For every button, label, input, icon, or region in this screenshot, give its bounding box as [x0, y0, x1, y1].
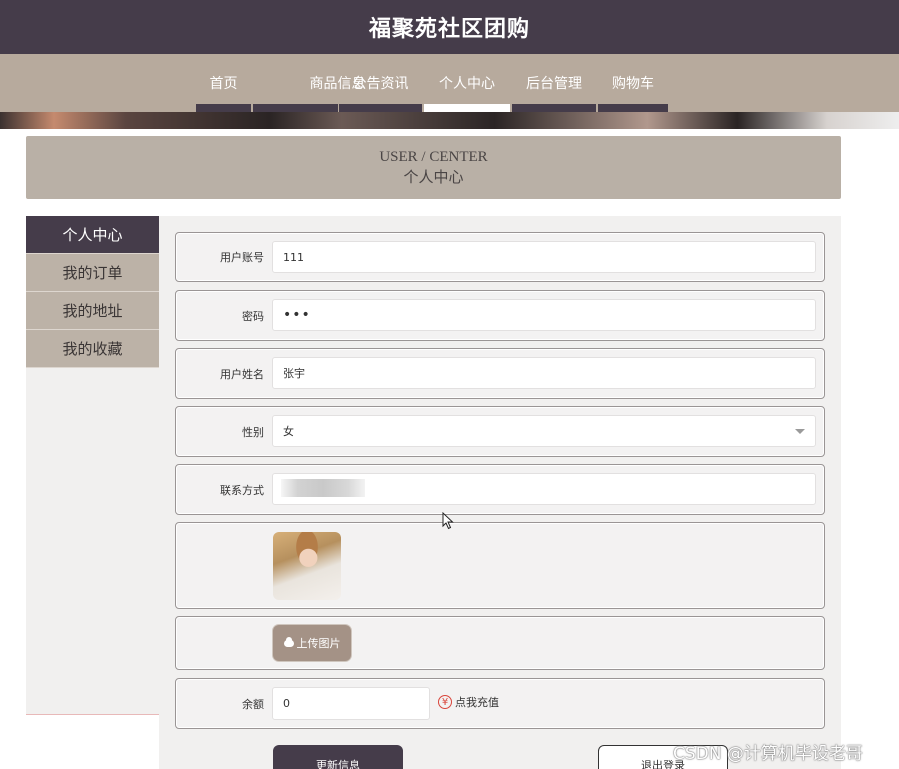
nav-underline — [598, 104, 668, 112]
nav-item-label: 公告资讯 — [352, 76, 409, 92]
contact-label: 联系方式 — [220, 483, 264, 497]
username-label: 用户账号 — [220, 251, 264, 264]
page-heading: USER / CENTER 个人中心 — [26, 136, 841, 199]
username-input[interactable]: 111 — [272, 241, 816, 273]
form-row-balance: 余额 0 ¥ 点我充值 — [175, 678, 825, 729]
form-row-realname: 用户姓名 张宇 — [175, 348, 825, 399]
nav-item-admin[interactable]: 后台管理 — [511, 54, 597, 112]
cloud-upload-icon — [283, 636, 294, 647]
contact-input[interactable] — [272, 473, 816, 505]
sidebar-item-label: 我的订单 — [62, 264, 123, 282]
sidebar-item-favorites[interactable]: 我的收藏 — [26, 330, 159, 368]
redacted-contact-value — [281, 479, 365, 497]
page-heading-en: USER / CENTER — [379, 148, 488, 165]
nav-underline-active — [424, 104, 510, 112]
realname-label: 用户姓名 — [220, 367, 264, 381]
site-header: 福聚苑社区团购 — [0, 0, 899, 54]
sidebar-item-user-center[interactable]: 个人中心 — [26, 216, 159, 254]
nav-underline — [253, 104, 338, 112]
gender-select[interactable]: 女 — [272, 415, 816, 447]
page-heading-zh: 个人中心 — [403, 169, 464, 186]
sidebar-footer-space — [26, 715, 159, 769]
banner-image — [0, 112, 899, 129]
sidebar-item-orders[interactable]: 我的订单 — [26, 254, 159, 292]
nav-item-user-center[interactable]: 个人中心 — [423, 54, 511, 112]
realname-input[interactable]: 张宇 — [272, 357, 816, 389]
password-label: 密码 — [242, 309, 264, 323]
password-input[interactable]: ••• — [272, 299, 816, 331]
sidebar-item-label: 我的地址 — [62, 302, 123, 320]
mouse-cursor-icon — [442, 512, 454, 530]
chevron-down-icon — [795, 429, 805, 434]
nav-item-cart[interactable]: 购物车 — [597, 54, 669, 112]
nav-underline — [512, 104, 596, 112]
form-row-upload: 上传图片 — [175, 616, 825, 670]
site-title: 福聚苑社区团购 — [368, 17, 530, 42]
sidebar-item-address[interactable]: 我的地址 — [26, 292, 159, 330]
nav-item-label: 购物车 — [612, 76, 654, 92]
page: 福聚苑社区团购 首页 商品信息 公告资讯 个人中心 后台管理 购物车 USER … — [0, 0, 899, 769]
sidebar-item-label: 我的收藏 — [62, 340, 123, 358]
gender-label: 性别 — [242, 425, 264, 439]
watermark: CSDN @计算机毕设老哥 — [673, 744, 863, 764]
sidebar-item-label: 个人中心 — [62, 226, 123, 244]
balance-input[interactable]: 0 — [272, 687, 430, 720]
update-info-button[interactable]: 更新信息 — [273, 745, 403, 769]
gender-select-value: 女 — [283, 425, 294, 438]
sidebar: 个人中心 我的订单 我的地址 我的收藏 — [26, 216, 159, 368]
form-row-avatar — [175, 522, 825, 609]
nav-item-label: 后台管理 — [526, 76, 582, 92]
nav-item-news[interactable]: 公告资讯 — [338, 54, 423, 112]
nav-underline — [196, 104, 251, 112]
avatar — [273, 532, 341, 600]
upload-image-button[interactable]: 上传图片 — [273, 625, 351, 661]
main-nav: 首页 商品信息 公告资讯 个人中心 后台管理 购物车 — [0, 54, 899, 112]
nav-item-label: 个人中心 — [439, 76, 495, 92]
form-row-contact: 联系方式 — [175, 464, 825, 515]
yen-icon: ¥ — [438, 695, 452, 709]
form-row-gender: 性别 女 — [175, 406, 825, 457]
nav-item-home[interactable]: 首页 — [195, 54, 252, 112]
upload-button-label: 上传图片 — [296, 637, 341, 650]
nav-underline — [339, 104, 422, 112]
recharge-label: 点我充值 — [455, 696, 499, 709]
form-row-password: 密码 ••• — [175, 290, 825, 341]
balance-label: 余额 — [242, 697, 264, 711]
form-row-username: 用户账号 111 — [175, 232, 825, 282]
nav-item-label: 首页 — [209, 76, 238, 92]
recharge-link[interactable]: ¥ 点我充值 — [438, 694, 499, 710]
